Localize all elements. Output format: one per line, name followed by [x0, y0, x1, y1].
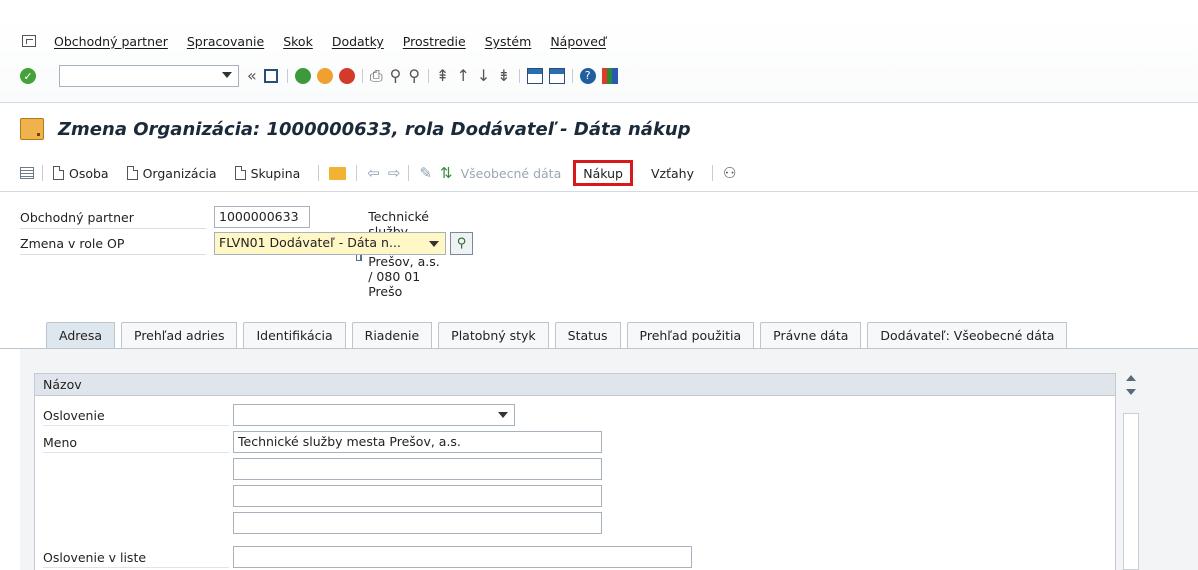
- previous-page-icon[interactable]: ↑: [456, 68, 469, 84]
- collapse-icon[interactable]: «: [247, 68, 257, 84]
- last-page-icon[interactable]: ⇟: [497, 68, 510, 84]
- menu-dodatky[interactable]: Dodatky: [332, 34, 384, 49]
- document-icon: [53, 166, 64, 180]
- partner-label: Obchodný partner: [20, 210, 206, 229]
- tab-prehlad-adries[interactable]: Prehľad adries: [121, 322, 238, 348]
- group-title: Názov: [35, 374, 1115, 396]
- nakup-button[interactable]: Nákup: [573, 160, 633, 186]
- menu-icon[interactable]: [22, 35, 36, 47]
- customize-layout-icon[interactable]: [601, 68, 618, 84]
- tab-platobny-styk[interactable]: Platobný styk: [438, 322, 549, 348]
- standard-toolbar: ✓ « ⎙ ⚲ ⚲ ⇞ ↑ ↓ ⇟ ?: [20, 64, 624, 88]
- toolbar-separator: [42, 165, 43, 181]
- meno-field[interactable]: Technické služby mesta Prešov, a.s.: [233, 431, 602, 453]
- display-change-icon[interactable]: [20, 118, 44, 140]
- toolbar-separator: [571, 69, 573, 83]
- toolbar-separator: [518, 69, 520, 83]
- document-icon: [126, 166, 138, 180]
- chevron-down-icon[interactable]: [498, 412, 508, 418]
- toolbar-separator: [711, 165, 713, 181]
- organizacia-button[interactable]: Organizácia: [126, 165, 217, 181]
- scroll-down-icon[interactable]: [1126, 389, 1136, 395]
- help-icon[interactable]: ?: [579, 68, 596, 84]
- next-page-icon[interactable]: ↓: [477, 68, 490, 84]
- tab-adresa[interactable]: Adresa: [46, 322, 115, 348]
- osoba-label: Osoba: [69, 165, 109, 181]
- scroll-up-icon[interactable]: [1126, 375, 1136, 381]
- menu-bar: Obchodný partner Spracovanie Skok Dodatk…: [22, 31, 625, 51]
- meno3-field[interactable]: [233, 485, 602, 507]
- tab-dodavatel-vseobecne-data[interactable]: Dodávateľ: Všeobecné dáta: [867, 322, 1068, 348]
- print-icon[interactable]: ⎙: [370, 68, 383, 84]
- toolbar-separator: [286, 69, 288, 83]
- meno4-field[interactable]: [233, 512, 602, 534]
- nazov-group: Názov Oslovenie Meno Technické služby me…: [34, 373, 1116, 570]
- relationship-icon[interactable]: ⚇: [723, 164, 736, 182]
- organizacia-label: Organizácia: [142, 165, 217, 181]
- tab-pravne-data[interactable]: Právne dáta: [760, 322, 862, 348]
- menu-obchodny-partner[interactable]: Obchodný partner: [54, 34, 168, 49]
- oslovenie-v-liste-label: Oslovenie v liste: [43, 550, 229, 568]
- toolbar-separator: [428, 69, 430, 83]
- open-folder-icon[interactable]: [329, 166, 347, 180]
- toolbar-separator: [408, 165, 410, 181]
- tab-status[interactable]: Status: [554, 322, 621, 348]
- create-session-icon[interactable]: [526, 68, 543, 84]
- toolbar-separator: [318, 165, 320, 181]
- meno2-field[interactable]: [233, 458, 602, 480]
- list-icon[interactable]: [20, 167, 34, 179]
- top-bar: Obchodný partner Spracovanie Skok Dodatk…: [0, 0, 1198, 103]
- back-icon[interactable]: [294, 68, 311, 84]
- role-select-value: FLVN01 Dodávateľ - Dáta n...: [219, 235, 401, 250]
- display-change-toggle-icon[interactable]: ✎: [419, 164, 432, 182]
- menu-prostredie[interactable]: Prostredie: [403, 34, 466, 49]
- arrow-left-icon[interactable]: ⇦: [367, 164, 380, 182]
- oslovenie-label: Oslovenie: [43, 408, 229, 426]
- first-page-icon[interactable]: ⇞: [436, 68, 449, 84]
- scroll-track[interactable]: [1123, 413, 1139, 570]
- command-field[interactable]: [59, 65, 239, 87]
- menu-spracovanie[interactable]: Spracovanie: [187, 34, 264, 49]
- role-label: Zmena v role OP: [20, 236, 206, 255]
- chevron-down-icon[interactable]: [222, 72, 232, 78]
- tab-strip: Adresa Prehľad adries Identifikácia Riad…: [46, 322, 1073, 348]
- role-select[interactable]: FLVN01 Dodávateľ - Dáta n...: [214, 232, 446, 255]
- tab-panel: Názov Oslovenie Meno Technické služby me…: [20, 349, 1198, 570]
- vztahy-button[interactable]: Vzťahy: [651, 166, 694, 181]
- vseobecne-data-button[interactable]: Všeobecné dáta: [461, 166, 562, 181]
- meno-label: Meno: [43, 435, 229, 453]
- page-title: Zmena Organizácia: 1000000633, rola Dodá…: [20, 114, 691, 144]
- menu-skok[interactable]: Skok: [283, 34, 313, 49]
- enter-check-icon[interactable]: ✓: [20, 68, 36, 84]
- vertical-scrollbar[interactable]: [1123, 373, 1139, 570]
- arrow-right-icon[interactable]: ⇨: [388, 164, 401, 182]
- toolbar-separator: [361, 69, 363, 83]
- oslovenie-v-liste-field[interactable]: [233, 546, 692, 568]
- chevron-down-icon[interactable]: [429, 241, 439, 247]
- shortcut-icon[interactable]: [548, 68, 565, 84]
- role-detail-icon[interactable]: ⚲: [450, 232, 473, 255]
- tab-riadenie[interactable]: Riadenie: [351, 322, 433, 348]
- toolbar-separator: [356, 165, 358, 181]
- tab-prehlad-pouzitia[interactable]: Prehľad použitia: [626, 322, 755, 348]
- osoba-button[interactable]: Osoba: [53, 166, 109, 181]
- tab-identifikacia[interactable]: Identifikácia: [243, 322, 346, 348]
- application-toolbar: Osoba Organizácia Skupina ⇦ ⇨ ✎ ⇅ Všeobe…: [0, 152, 1198, 192]
- document-icon: [234, 166, 246, 180]
- page-title-text: Zmena Organizácia: 1000000633, rola Dodá…: [58, 118, 691, 140]
- exit-icon[interactable]: [316, 68, 333, 84]
- skupina-button[interactable]: Skupina: [234, 165, 301, 181]
- save-icon[interactable]: [263, 69, 278, 83]
- find-next-icon[interactable]: ⚲: [408, 68, 420, 84]
- switch-icon[interactable]: ⇅: [440, 164, 453, 182]
- skupina-label: Skupina: [250, 165, 301, 181]
- menu-system[interactable]: Systém: [485, 34, 532, 49]
- oslovenie-select[interactable]: [233, 404, 515, 426]
- cancel-icon[interactable]: [338, 68, 355, 84]
- find-icon[interactable]: ⚲: [390, 68, 402, 84]
- partner-field[interactable]: 1000000633: [214, 206, 310, 228]
- menu-napoved[interactable]: Nápoveď: [550, 34, 606, 49]
